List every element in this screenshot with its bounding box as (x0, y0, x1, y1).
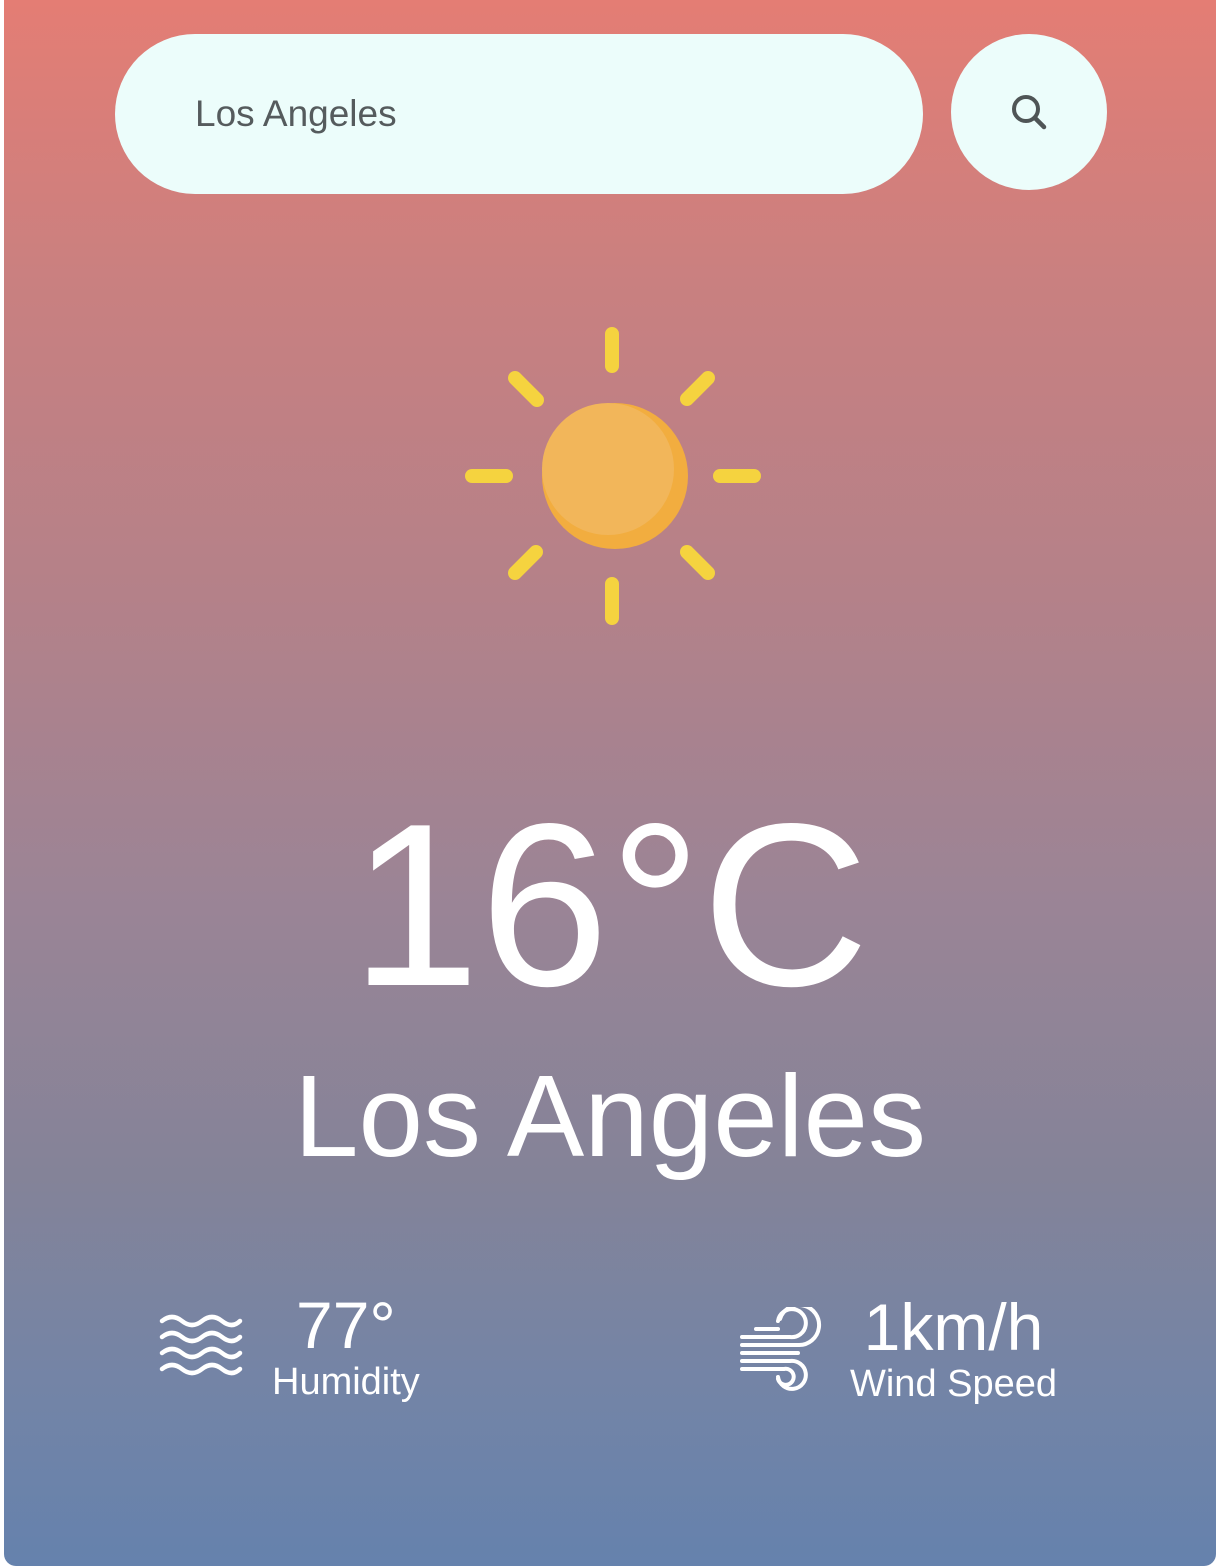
humidity-label: Humidity (272, 1361, 420, 1403)
search-button[interactable] (951, 34, 1107, 190)
weather-card: 16°C Los Angeles 77° Humidity (4, 0, 1216, 1566)
city-name: Los Angeles (293, 1051, 927, 1181)
wind-text: 1km/h Wind Speed (850, 1292, 1057, 1406)
humidity-text: 77° Humidity (272, 1290, 420, 1404)
wind-stat: 1km/h Wind Speed (738, 1292, 1057, 1406)
sun-icon (465, 327, 761, 625)
wind-icon (740, 1307, 822, 1391)
search-input[interactable] (115, 34, 923, 194)
wind-label: Wind Speed (850, 1363, 1058, 1405)
humidity-icon (159, 1314, 243, 1376)
wind-value: 1km/h (863, 1290, 1044, 1364)
search-icon (1012, 95, 1047, 130)
humidity-value: 77° (296, 1288, 396, 1362)
temperature: 16°C (350, 776, 870, 1035)
humidity-stat: 77° Humidity (158, 1290, 420, 1404)
